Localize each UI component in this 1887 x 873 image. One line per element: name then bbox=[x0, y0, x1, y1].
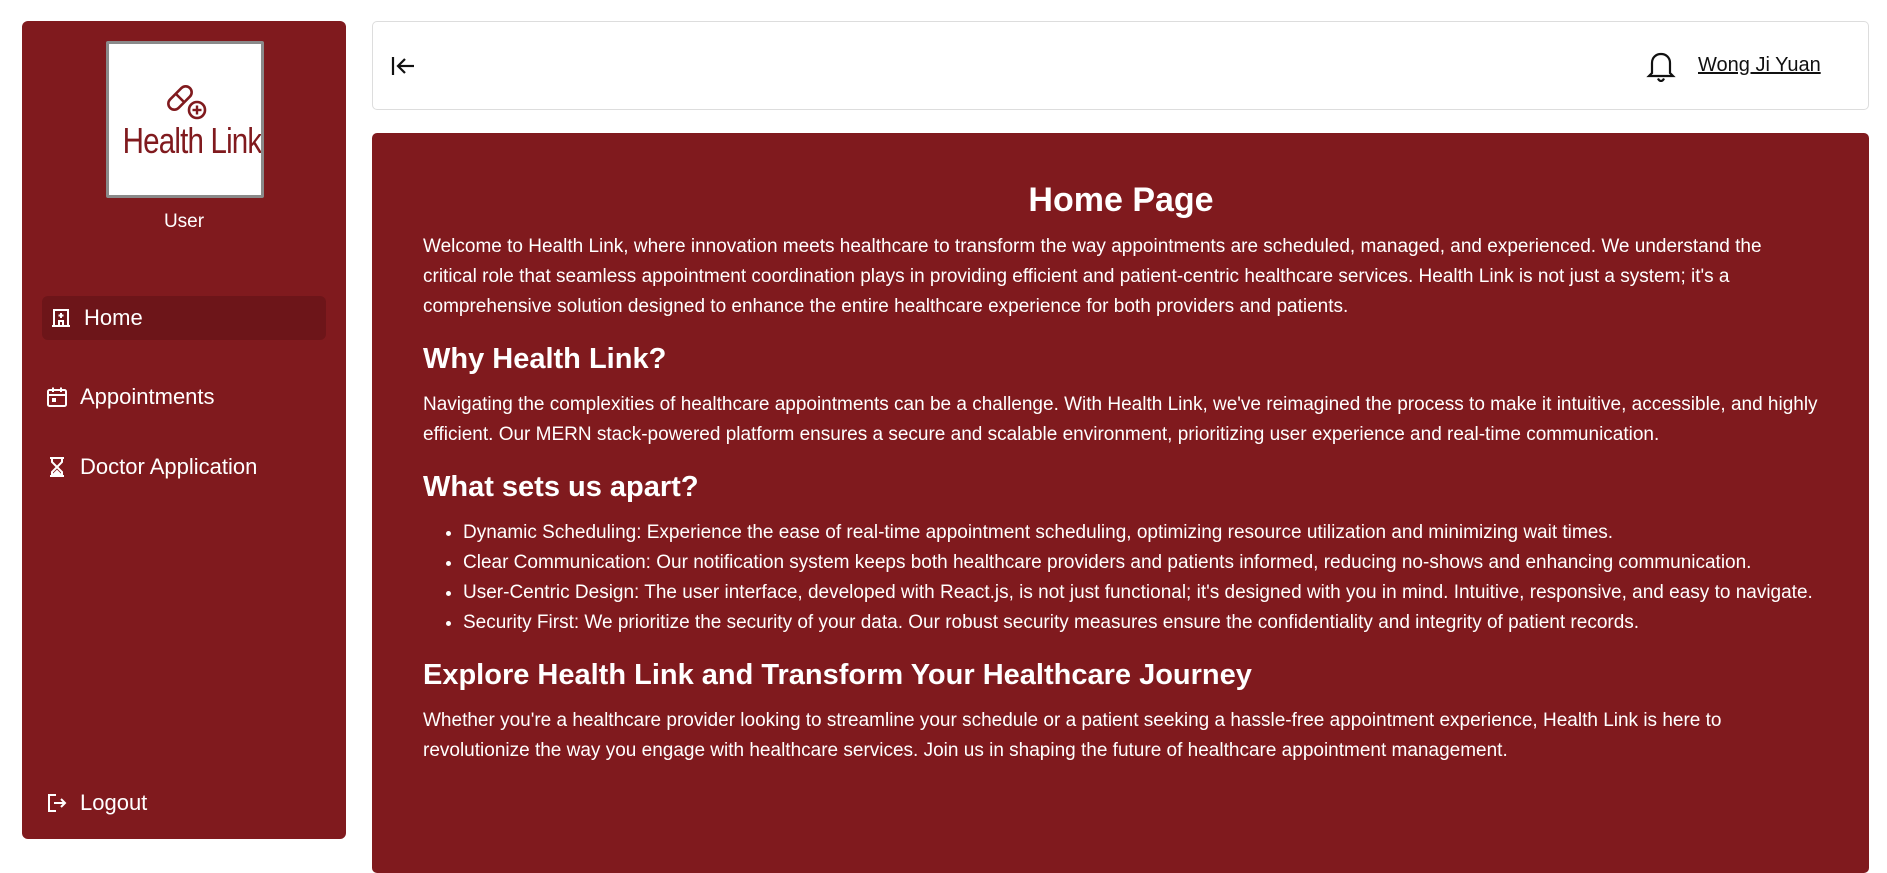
explore-paragraph: Whether you're a healthcare provider loo… bbox=[423, 710, 1722, 761]
list-item: Clear Communication: Our notification sy… bbox=[463, 548, 1819, 578]
sidebar-item-home[interactable]: Home bbox=[42, 296, 326, 340]
sidebar-item-appointments[interactable]: Appointments bbox=[42, 375, 326, 419]
logout-button[interactable]: Logout bbox=[42, 781, 326, 825]
intro-paragraph: Welcome to Health Link, where innovation… bbox=[423, 236, 1762, 317]
collapse-left-icon[interactable] bbox=[389, 52, 417, 80]
logout-icon bbox=[46, 792, 68, 814]
logo-text: Health Link bbox=[122, 120, 262, 161]
hospital-icon bbox=[50, 307, 72, 329]
explore-heading: Explore Health Link and Transform Your H… bbox=[423, 659, 1252, 691]
hourglass-icon bbox=[46, 456, 68, 478]
main-content: Home Page Welcome to Health Link, where … bbox=[372, 133, 1869, 873]
apart-heading: What sets us apart? bbox=[423, 471, 699, 503]
pill-plus-icon bbox=[164, 82, 208, 122]
sidebar-item-label: Doctor Application bbox=[80, 454, 258, 479]
top-bar: Wong Ji Yuan bbox=[372, 21, 1869, 110]
features-list: Dynamic Scheduling: Experience the ease … bbox=[423, 518, 1819, 638]
sidebar: Health Link User Home Appointments Docto… bbox=[22, 21, 346, 839]
calendar-icon bbox=[46, 386, 68, 408]
list-item: User-Centric Design: The user interface,… bbox=[463, 578, 1819, 608]
app-logo: Health Link bbox=[106, 41, 264, 198]
user-name-link[interactable]: Wong Ji Yuan bbox=[1698, 54, 1821, 77]
sidebar-item-doctor-application[interactable]: Doctor Application bbox=[42, 445, 326, 489]
page-title: Home Page bbox=[1028, 181, 1214, 219]
why-heading: Why Health Link? bbox=[423, 343, 667, 375]
bell-icon[interactable] bbox=[1646, 50, 1676, 82]
user-role: User bbox=[163, 211, 205, 232]
sidebar-item-label: Appointments bbox=[80, 384, 215, 409]
logout-label: Logout bbox=[80, 790, 148, 815]
sidebar-item-label: Home bbox=[84, 305, 143, 330]
list-item: Dynamic Scheduling: Experience the ease … bbox=[463, 518, 1819, 548]
list-item: Security First: We prioritize the securi… bbox=[463, 608, 1819, 638]
why-paragraph: Navigating the complexities of healthcar… bbox=[423, 394, 1818, 445]
